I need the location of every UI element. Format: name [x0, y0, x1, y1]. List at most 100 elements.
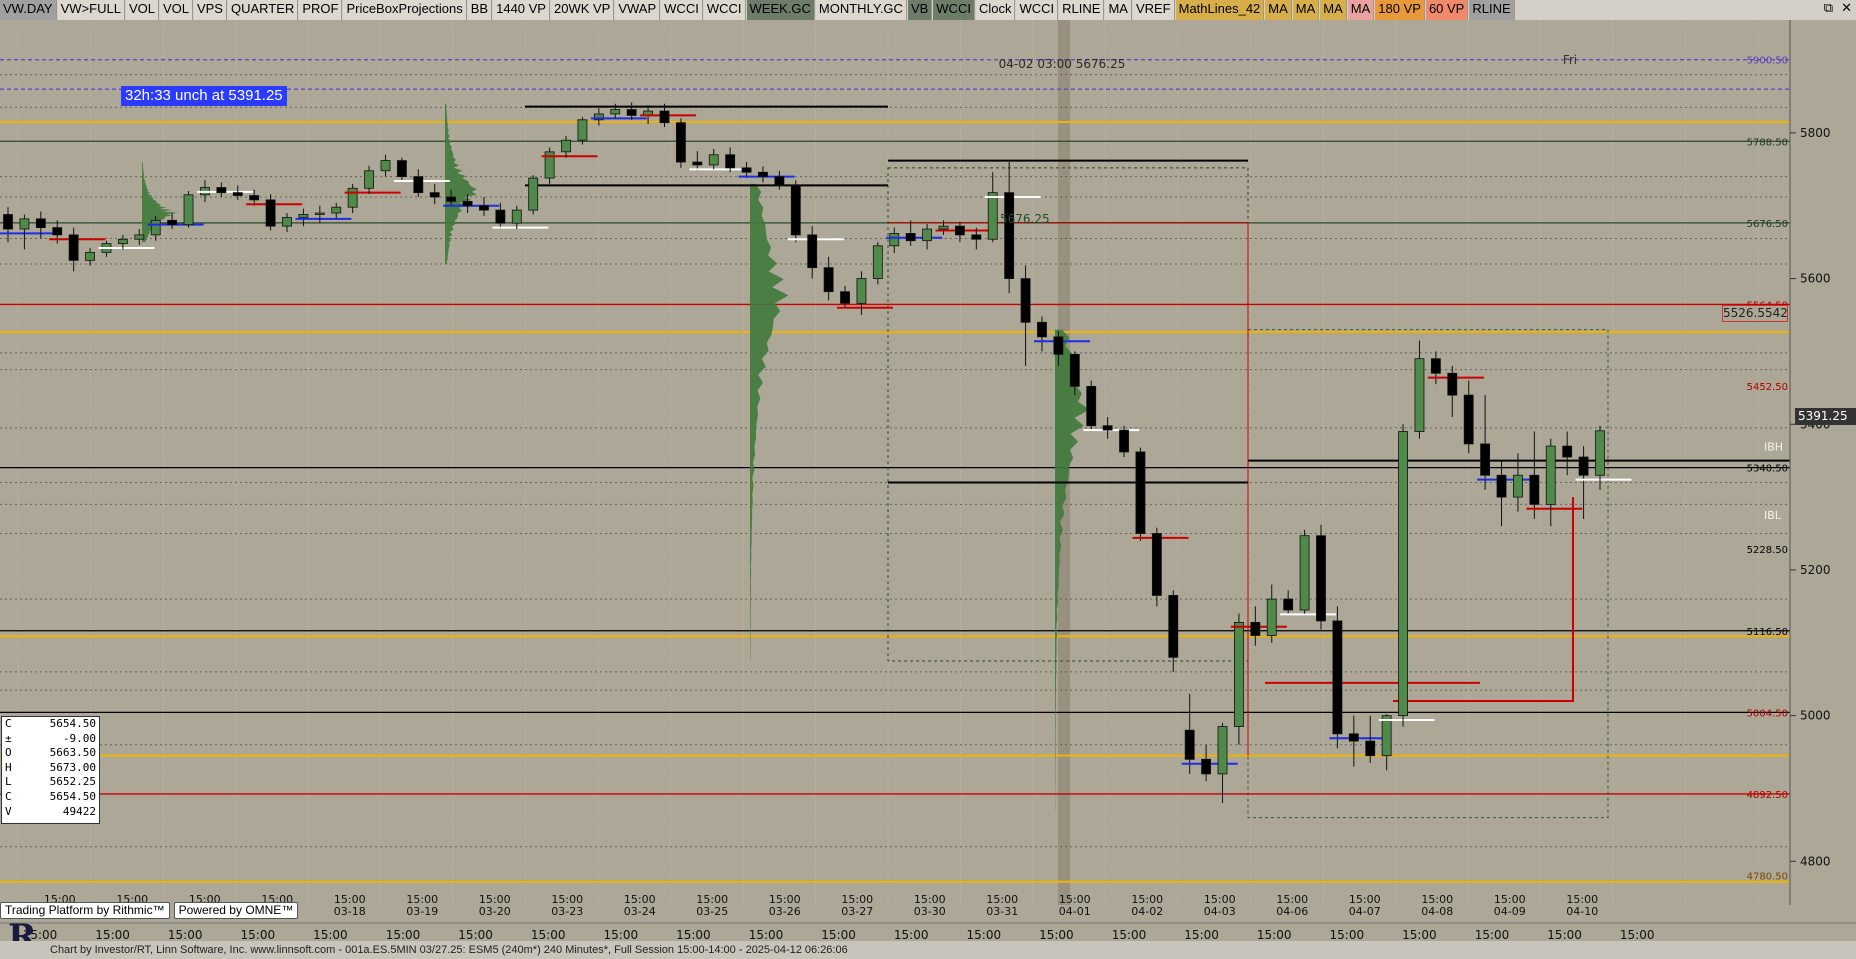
toolbar-button-vps[interactable]: VPS: [193, 0, 227, 20]
toolbar-button-vw-full[interactable]: VW>FULL: [57, 0, 125, 20]
candle: [872, 242, 883, 285]
toolbar-button-20wk-vp[interactable]: 20WK VP: [550, 0, 615, 20]
toolbar-button-vwap[interactable]: VWAP: [615, 0, 661, 20]
bear-candle-body: [462, 200, 473, 207]
bull-candle-body: [85, 251, 95, 261]
vwap-reference-tag: 5526.5542: [1722, 305, 1788, 322]
toolbar-button-wcci[interactable]: WCCI: [703, 0, 746, 20]
toolbar-button-rline[interactable]: RLINE: [1059, 0, 1105, 20]
candle: [577, 116, 588, 145]
bear-candle-body: [758, 171, 768, 178]
toolbar-button-180-vp[interactable]: 180 VP: [1375, 0, 1425, 20]
bear-candle-body: [1562, 445, 1573, 458]
ohlc-key: O: [5, 746, 12, 760]
ohlc-key: C: [5, 789, 12, 803]
candle: [1316, 524, 1326, 630]
toolbar-button-ma[interactable]: MA: [1105, 0, 1132, 20]
bear-candle-body: [1365, 740, 1376, 757]
lower-time-label: 15:00: [168, 928, 203, 941]
bull-candle-body: [380, 160, 391, 172]
toolbar-button-rline[interactable]: RLINE: [1469, 0, 1515, 20]
toolbar-button-quarter[interactable]: QUARTER: [227, 0, 299, 20]
bear-candle-body: [823, 267, 834, 293]
close-icon[interactable]: ✕: [1841, 0, 1852, 20]
y-tick-label: 5800: [1800, 126, 1831, 140]
bear-candle-body: [840, 291, 850, 304]
bull-candle-body: [19, 218, 30, 230]
y-tick-label: 5200: [1800, 563, 1831, 577]
toolbar-button-ma[interactable]: MA: [1320, 0, 1347, 20]
toolbar-button-ma[interactable]: MA: [1347, 0, 1375, 20]
toolbar-button-vref[interactable]: VREF: [1132, 0, 1175, 20]
level-label: 5340.50: [1747, 464, 1788, 475]
bear-candle-body: [741, 167, 752, 173]
lower-time-label: 15:00: [1620, 928, 1655, 941]
price-chart[interactable]: 5800560054005200500048005900.505788.5056…: [0, 20, 1856, 941]
bull-candle-body: [708, 154, 719, 166]
bear-candle-body: [1578, 456, 1589, 476]
bear-candle-body: [905, 233, 916, 242]
bear-candle-body: [1332, 620, 1343, 735]
toolbar-button-ma[interactable]: MA: [1265, 0, 1292, 20]
toolbar-button-prof[interactable]: PROF: [299, 0, 343, 20]
date-tick-label: 04-10: [1566, 905, 1598, 918]
level-label: 5788.50: [1747, 137, 1788, 148]
bear-candle-body: [1135, 451, 1146, 534]
bear-candle-body: [1250, 621, 1261, 636]
ohlc-row: H 5673.00: [2, 761, 99, 776]
toolbar-button-wcci[interactable]: WCCI: [661, 0, 703, 20]
toolbar-button-monthly-gc[interactable]: MONTHLY.GC: [815, 0, 907, 20]
bull-candle-body: [987, 192, 998, 240]
toolbar-button-priceboxprojections[interactable]: PriceBoxProjections: [343, 0, 467, 20]
rithmic-badge[interactable]: Trading Platform by Rithmic™: [0, 901, 170, 919]
bull-candle-body: [1414, 358, 1425, 432]
bull-candle-body: [298, 214, 309, 218]
ohlc-row: ± -9.00: [2, 732, 99, 747]
bear-candle-body: [495, 209, 506, 224]
toolbar-button-mathlines-42[interactable]: MathLines_42: [1175, 0, 1265, 20]
toolbar-button-1440-vp[interactable]: 1440 VP: [493, 0, 550, 20]
bear-candle-body: [1004, 192, 1015, 279]
bear-candle-body: [725, 154, 736, 169]
date-tick-label: 03-30: [914, 905, 946, 918]
toolbar-button-week-gc[interactable]: WEEK.GC: [746, 0, 815, 20]
bull-candle-body: [331, 206, 342, 214]
restore-icon[interactable]: ⧉: [1824, 0, 1833, 20]
toolbar-button-wcci[interactable]: WCCI: [933, 0, 975, 20]
level-label: 5452.50: [1747, 382, 1788, 393]
date-tick-label: 03-26: [769, 905, 801, 918]
toolbar-button-vol[interactable]: VOL: [125, 0, 159, 20]
bear-candle-body: [675, 122, 686, 163]
candle: [1299, 529, 1310, 614]
toolbar-button-vol[interactable]: VOL: [159, 0, 193, 20]
toolbar-button-ma[interactable]: MA: [1292, 0, 1320, 20]
bull-candle-body: [1266, 598, 1277, 636]
date-tick-label: 03-20: [479, 905, 511, 918]
bull-candle-body: [1299, 535, 1310, 611]
toolbar-button-vb[interactable]: VB: [907, 0, 933, 20]
date-tick-label: 03-19: [406, 905, 438, 918]
bear-candle-body: [1151, 533, 1162, 596]
bull-candle-body: [1234, 621, 1244, 727]
lower-time-label: 15:00: [313, 928, 348, 941]
status-footer: Chart by Investor/RT, Linn Software, Inc…: [0, 941, 1856, 959]
toolbar-button-clock[interactable]: Clock: [975, 0, 1016, 20]
toolbar-button-60-vp[interactable]: 60 VP: [1425, 0, 1469, 20]
bull-candle-body: [282, 216, 292, 227]
date-tick-label: 03-18: [334, 905, 366, 918]
ohlc-row: V 49422: [2, 805, 99, 820]
ohlc-value: 49422: [62, 804, 96, 818]
toolbar-button-bb[interactable]: BB: [467, 0, 493, 20]
ohlc-value: 5652.25: [49, 775, 96, 789]
toolbar-button-wcci[interactable]: WCCI: [1016, 0, 1059, 20]
bull-candle-body: [1398, 431, 1408, 717]
bear-candle-body: [692, 161, 703, 166]
bull-candle-body: [134, 234, 145, 240]
toolbar-button-vw-day[interactable]: VW.DAY: [0, 0, 57, 20]
candle: [183, 191, 194, 228]
countdown-label: 32h:33 unch at 5391.25: [121, 86, 287, 106]
bull-candle-body: [856, 278, 867, 304]
omne-badge[interactable]: Powered by OMNE™: [173, 901, 299, 919]
ohlc-key: C: [5, 717, 12, 730]
bull-candle-body: [511, 209, 522, 224]
